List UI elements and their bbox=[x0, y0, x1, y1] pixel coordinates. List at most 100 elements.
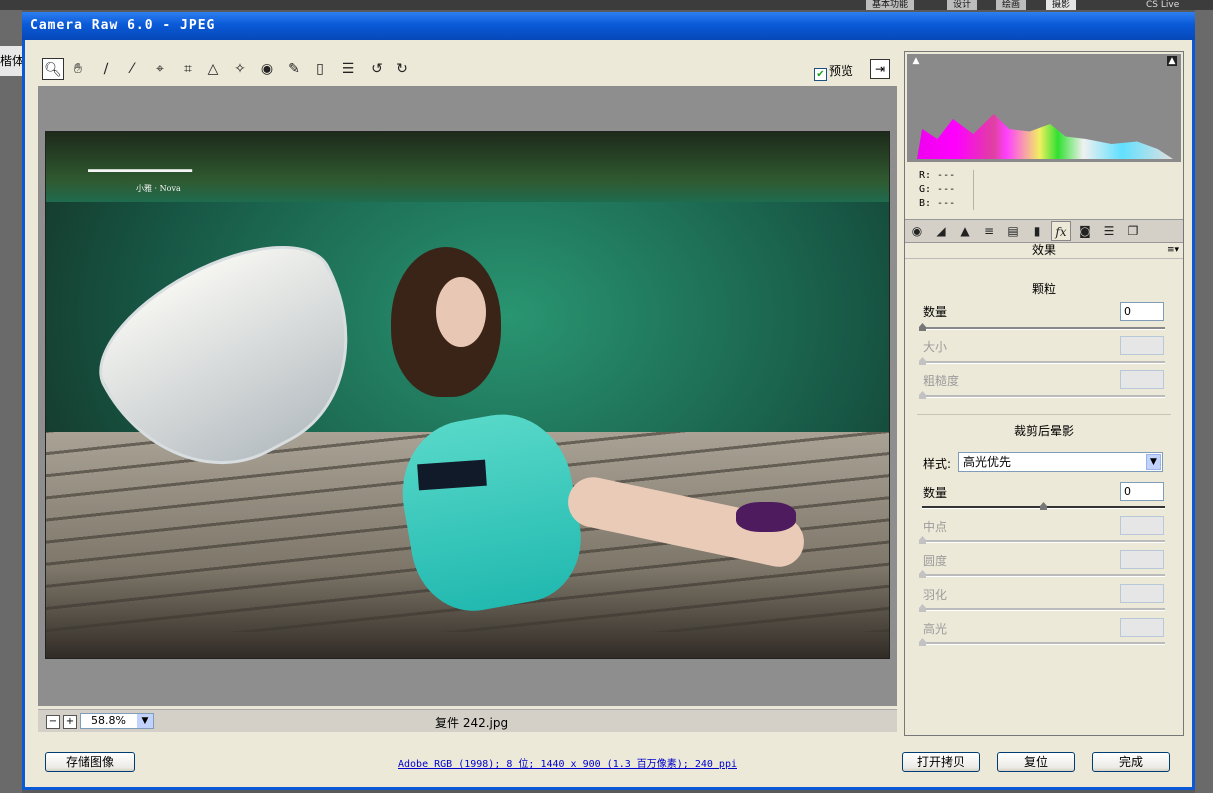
white-balance-icon[interactable]: ∕ bbox=[95, 58, 117, 80]
vignette-amount-label: 数量 bbox=[923, 486, 948, 500]
grain-amount-slider[interactable] bbox=[919, 323, 1165, 331]
slider-thumb bbox=[919, 391, 926, 399]
zoom-in-icon[interactable]: + bbox=[63, 715, 77, 729]
grain-amount-label: 数量 bbox=[923, 305, 948, 319]
zoom-level-value: 58.8% bbox=[91, 714, 126, 727]
snapshots-tab-icon[interactable]: ❐ bbox=[1123, 221, 1143, 241]
vignette-heading: 裁剪后晕影 bbox=[1013, 424, 1074, 438]
zoom-out-icon[interactable]: − bbox=[46, 715, 60, 729]
grain-amount-field[interactable]: 0 bbox=[1120, 302, 1164, 321]
preview-checkbox[interactable]: ✔ 预览 bbox=[814, 62, 853, 81]
panel-menu-icon[interactable]: ≡▾ bbox=[1167, 242, 1179, 258]
grain-roughness-label: 粗糙度 bbox=[923, 374, 960, 388]
fullscreen-toggle-icon[interactable]: ⇥ bbox=[870, 59, 890, 79]
slider-thumb[interactable] bbox=[919, 323, 926, 331]
split-toning-tab-icon[interactable]: ▤ bbox=[1003, 221, 1023, 241]
chevron-down-icon: ▼ bbox=[137, 714, 153, 728]
adjustment-brush-icon[interactable]: ✎ bbox=[283, 58, 305, 80]
green-readout: G: --- bbox=[919, 184, 956, 195]
presets-tab-icon[interactable]: ☰ bbox=[1099, 221, 1119, 241]
divider bbox=[917, 414, 1171, 415]
file-name: 复件 242.jpg bbox=[435, 716, 509, 730]
section-title: 效果 ≡▾ bbox=[905, 242, 1183, 259]
workspace-tab-painting[interactable]: 绘画 bbox=[996, 0, 1027, 10]
crop-icon[interactable]: ⌗ bbox=[177, 58, 199, 80]
image-face bbox=[436, 277, 486, 347]
effects-tab-icon[interactable]: fx bbox=[1051, 221, 1071, 241]
vignette-amount-slider[interactable] bbox=[922, 502, 1165, 510]
cs-live-button[interactable]: CS Live bbox=[1140, 0, 1186, 10]
vignette-midpoint-field bbox=[1120, 516, 1164, 535]
host-font-tab[interactable]: 楷体 bbox=[0, 46, 22, 76]
shadow-clipping-icon[interactable]: ▲ bbox=[911, 56, 921, 66]
rgb-readout: R: --- G: --- B: --- bbox=[907, 164, 1181, 216]
hand-icon[interactable]: ✋︎ bbox=[67, 58, 89, 80]
workspace-tab-essentials[interactable]: 基本功能 bbox=[866, 0, 915, 10]
graduated-filter-icon[interactable]: ▯ bbox=[309, 58, 331, 80]
done-button[interactable]: 完成 bbox=[1092, 752, 1170, 772]
workspace-tab-design[interactable]: 设计 bbox=[947, 0, 978, 10]
rotate-left-icon[interactable]: ↺ bbox=[366, 58, 388, 80]
vignette-amount-field[interactable]: 0 bbox=[1120, 482, 1164, 501]
tone-curve-tab-icon[interactable]: ◢ bbox=[931, 221, 951, 241]
workspace-tab-photography[interactable]: 摄影 bbox=[1046, 0, 1077, 10]
watermark-text: 小雅 · Nova bbox=[136, 184, 181, 193]
chevron-down-icon: ▼ bbox=[1146, 454, 1161, 470]
grain-size-field bbox=[1120, 336, 1164, 355]
color-sampler-icon[interactable]: ⁄ bbox=[121, 58, 143, 80]
checkmark-icon: ✔ bbox=[814, 68, 827, 81]
vignette-style-value: 高光优先 bbox=[963, 455, 1012, 469]
reset-button[interactable]: 复位 bbox=[997, 752, 1075, 772]
grain-roughness-slider bbox=[919, 391, 1165, 399]
detail-tab-icon[interactable]: ▲ bbox=[955, 221, 975, 241]
vignette-feather-slider bbox=[919, 604, 1165, 612]
vignette-highlights-field bbox=[1120, 618, 1164, 637]
preview-canvas[interactable]: ⸻ 小雅 · Nova bbox=[38, 86, 897, 706]
preview-label: 预览 bbox=[829, 64, 854, 78]
slider-thumb[interactable] bbox=[1040, 502, 1047, 510]
vignette-roundness-field bbox=[1120, 550, 1164, 569]
grain-roughness-field bbox=[1120, 370, 1164, 389]
open-copy-button[interactable]: 打开拷贝 bbox=[902, 752, 980, 772]
target-adjust-icon[interactable]: ⌖ bbox=[149, 58, 171, 80]
host-menubar: 基本功能 设计 绘画 摄影 CS Live bbox=[0, 0, 1213, 10]
red-eye-icon[interactable]: ◉ bbox=[256, 58, 278, 80]
basic-tab-icon[interactable]: ◉ bbox=[907, 221, 927, 241]
section-title-text: 效果 bbox=[1031, 243, 1056, 257]
zoom-bar: − + 58.8% ▼ 复件 242.jpg bbox=[38, 709, 897, 732]
vignette-roundness-label: 圆度 bbox=[923, 554, 948, 568]
vignette-style-select[interactable]: 高光优先 ▼ bbox=[958, 452, 1163, 472]
host-right-panel bbox=[1195, 10, 1213, 793]
vignette-roundness-slider bbox=[919, 570, 1165, 578]
tool-bar: 🔍︎ ✋︎ ∕ ⁄ ⌖ ⌗ △ ✧ ◉ ✎ ▯ ☰ ↺ ↻ ✔ 预览 ⇥ bbox=[38, 54, 895, 84]
highlight-clipping-icon[interactable]: ▲ bbox=[1167, 56, 1177, 66]
grain-size-label: 大小 bbox=[923, 340, 948, 354]
camera-calibration-tab-icon[interactable]: ◙ bbox=[1075, 221, 1095, 241]
spot-removal-icon[interactable]: ✧ bbox=[229, 58, 251, 80]
lens-corrections-tab-icon[interactable]: ▮ bbox=[1027, 221, 1047, 241]
vignette-midpoint-label: 中点 bbox=[923, 520, 948, 534]
vignette-highlights-slider bbox=[919, 638, 1165, 646]
zoom-icon[interactable]: 🔍︎ bbox=[42, 58, 64, 80]
save-image-button[interactable]: 存储图像 bbox=[45, 752, 135, 772]
slider-thumb bbox=[919, 357, 926, 365]
preferences-icon[interactable]: ☰ bbox=[337, 58, 359, 80]
straighten-icon[interactable]: △ bbox=[202, 58, 224, 80]
slider-thumb bbox=[919, 536, 926, 544]
preview-image: ⸻ 小雅 · Nova bbox=[45, 131, 890, 659]
zoom-level-select[interactable]: 58.8% ▼ bbox=[80, 713, 154, 729]
host-left-panel: 楷体 bbox=[0, 10, 22, 793]
watermark-logo: ⸻ 小雅 · Nova bbox=[86, 143, 195, 194]
workflow-options-link[interactable]: Adobe RGB (1998); 8 位; 1440 x 900 (1.3 百… bbox=[398, 755, 737, 770]
hsl-tab-icon[interactable]: ≡ bbox=[979, 221, 999, 241]
slider-thumb bbox=[919, 570, 926, 578]
grain-size-slider bbox=[919, 357, 1165, 365]
image-belt bbox=[417, 459, 487, 491]
readout-divider bbox=[973, 170, 974, 210]
red-readout: R: --- bbox=[919, 170, 956, 181]
vignette-feather-field bbox=[1120, 584, 1164, 603]
vignette-feather-label: 羽化 bbox=[923, 588, 948, 602]
vignette-highlights-label: 高光 bbox=[923, 622, 948, 636]
adjustments-panel: ▲ ▲ R: --- G: --- B: --- ◉ ◢ ▲ ≡ ▤ ▮ fx … bbox=[904, 51, 1184, 736]
rotate-right-icon[interactable]: ↻ bbox=[391, 58, 413, 80]
